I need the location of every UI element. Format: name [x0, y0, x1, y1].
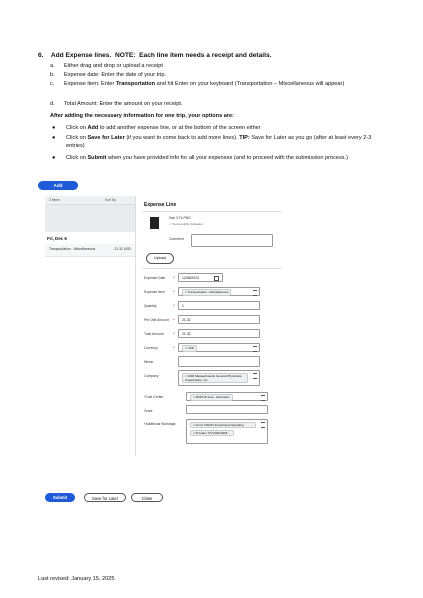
bullet-add: ● Click on Add to add another expense lin… — [52, 125, 261, 131]
expense-line-item[interactable]: Transportation - Miscellaneous 21.32 USD — [45, 244, 135, 257]
substep-a: a. Either drag and drop or upload a recei… — [50, 63, 163, 69]
list-icon[interactable] — [253, 346, 257, 352]
per-unit-input[interactable]: 21.32 — [178, 315, 260, 324]
required-marker: * — [173, 303, 175, 308]
receipt-file-icon — [150, 217, 159, 229]
total-amount-input[interactable]: 21.32 — [178, 329, 260, 338]
substep-c: c. Expense item: Enter Transportation and… — [50, 81, 345, 87]
quantity-input[interactable]: 1 — [178, 301, 260, 310]
memo-input[interactable] — [178, 356, 260, 367]
list-icon[interactable] — [261, 395, 265, 401]
comment-input[interactable] — [191, 234, 273, 247]
cost-center-input[interactable]: × MGPOP Area - Education — [186, 392, 268, 401]
cost-center-label: *Cost Center — [144, 395, 164, 399]
date-group-label: Fri, Dec 6 — [47, 236, 67, 241]
step-heading: 6. Add Expense lines. NOTE: Each line it… — [38, 52, 272, 59]
required-marker: * — [173, 289, 175, 294]
save-for-later-button[interactable]: Save for Later — [84, 493, 126, 502]
substep-b: b. Expense date: Enter the date of your t… — [50, 72, 166, 78]
required-marker: * — [173, 317, 175, 322]
upload-button[interactable]: Upload — [146, 253, 174, 264]
currency-input[interactable]: × USD — [178, 343, 260, 352]
required-marker: * — [173, 331, 175, 336]
last-revised: Last revised: January 15, 2025 — [38, 576, 115, 582]
divider — [142, 211, 282, 212]
receipt-name[interactable]: Sae 3 Tk.PNG — [169, 216, 191, 220]
substep-d: d. Total Amount: Enter the amount on your… — [50, 101, 183, 107]
list-icon[interactable] — [253, 290, 257, 296]
comment-label: Comment — [169, 237, 184, 241]
close-button[interactable]: Close — [131, 493, 163, 502]
add-button[interactable]: Add — [38, 181, 78, 190]
list-icon[interactable] — [253, 373, 257, 379]
bullet-save: ● Click on Save for Later (if you want to… — [52, 135, 372, 149]
options-intro: After adding the necessary information f… — [50, 113, 234, 119]
calendar-icon[interactable] — [214, 275, 219, 281]
expense-line-title: Expense Line — [144, 202, 177, 208]
required-marker: * — [173, 275, 175, 280]
divider — [142, 268, 282, 269]
worktags-input[interactable]: × Fund: F0015 Unrestricted Operating × P… — [186, 419, 268, 444]
company-input[interactable]: × 1000 Massachusetts General Physicians … — [178, 370, 260, 386]
expense-item-input[interactable]: × Transportation - Miscellaneous — [178, 287, 260, 296]
list-placeholder — [45, 205, 135, 232]
submit-button[interactable]: Submit — [45, 493, 75, 502]
bullet-submit: ● Click on Submit when you have provided … — [52, 155, 349, 161]
grant-input[interactable] — [186, 405, 268, 414]
grant-label: Grant — [144, 409, 153, 413]
list-icon[interactable] — [261, 422, 265, 428]
expense-date-input[interactable]: 12/06/2024 — [178, 273, 223, 282]
receipt-status: ✓ Successfully Uploaded — [169, 222, 203, 226]
required-marker: * — [173, 345, 175, 350]
list-header: 2 items Sort By — [45, 196, 135, 205]
worktags-label: *Additional Worktags — [144, 422, 176, 426]
expense-list-panel — [45, 196, 136, 456]
